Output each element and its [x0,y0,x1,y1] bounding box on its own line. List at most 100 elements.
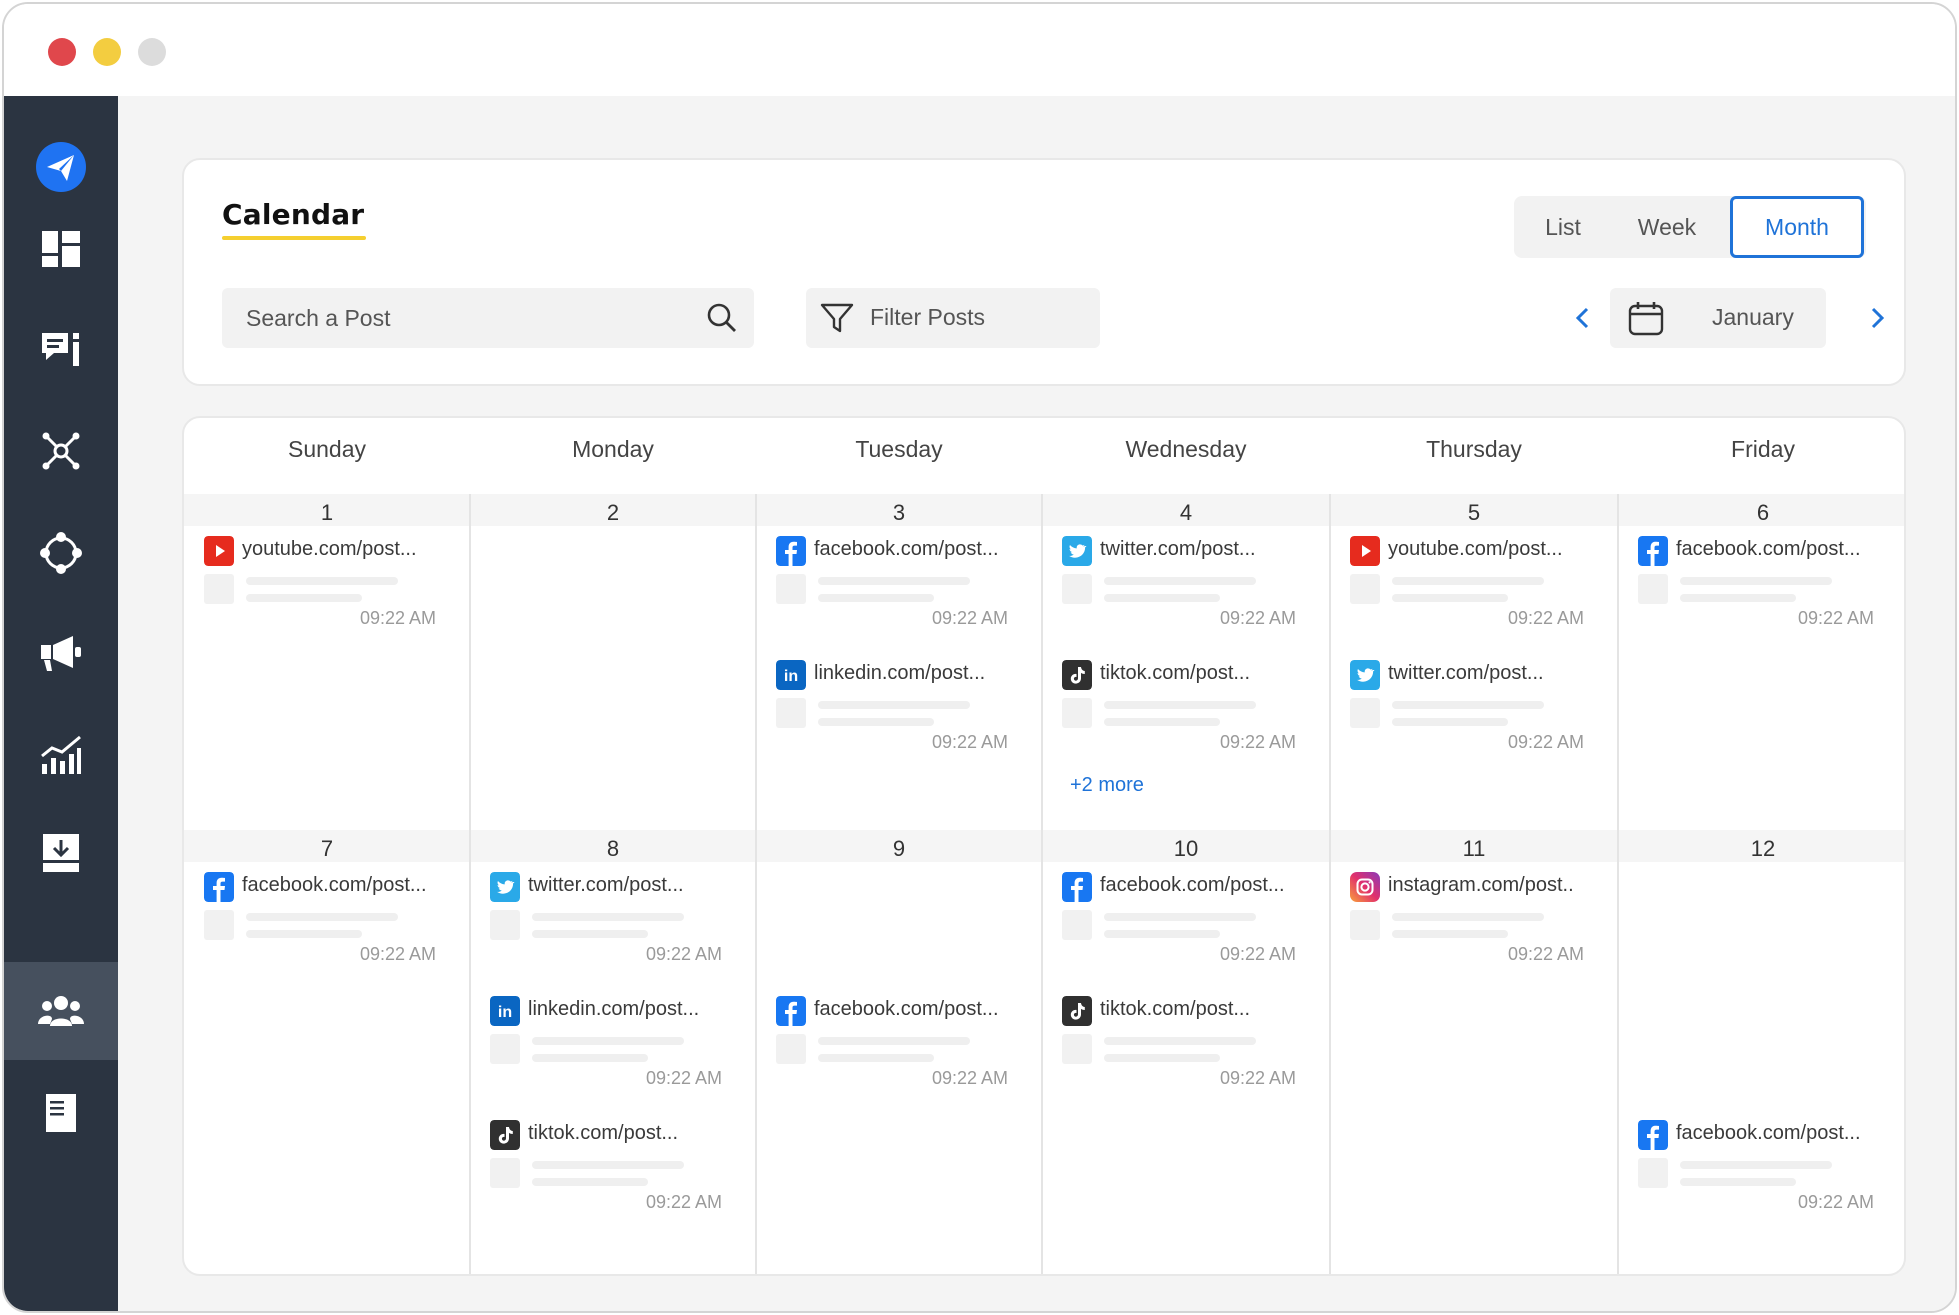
post-card-facebook[interactable]: facebook.com/post... 09:22 AM [776,536,1036,646]
post-text-placeholder [532,1054,648,1062]
post-card-facebook[interactable]: facebook.com/post... 09:22 AM [776,996,1036,1106]
chevron-right-icon [1871,307,1885,329]
day-header-monday: Monday [572,436,654,462]
view-month-button[interactable]: Month [1730,196,1864,258]
sidebar-item-analytics[interactable] [4,706,118,804]
minimize-window-button[interactable] [93,38,121,66]
analytics-icon [41,735,81,774]
sidebar [4,96,118,1311]
sidebar-item-integrations[interactable] [4,504,118,602]
filter-posts-button[interactable]: Filter Posts [806,288,1100,348]
post-url: facebook.com/post... [814,998,999,1020]
filter-icon [820,303,854,333]
post-time: 09:22 AM [1219,944,1296,964]
post-card-facebook[interactable]: facebook.com/post... 09:22 AM [204,872,464,982]
search-icon[interactable] [706,302,738,334]
post-thumbnail-placeholder [1638,1158,1668,1188]
post-card-twitter[interactable]: twitter.com/post... 09:22 AM [1062,536,1324,646]
post-time: 09:22 AM [931,1068,1008,1088]
month-picker[interactable]: January [1610,288,1826,348]
search-input[interactable] [222,288,682,348]
close-window-button[interactable] [48,38,76,66]
post-text-placeholder [818,577,970,585]
date-number[interactable]: 10 [1156,836,1216,862]
more-posts-link[interactable]: +2 more [1070,774,1144,797]
send-logo-icon [36,142,86,192]
sidebar-item-inbox[interactable] [4,804,118,902]
date-number[interactable]: 7 [297,836,357,862]
instagram-icon [1350,872,1380,902]
view-week-button[interactable]: Week [1612,196,1722,258]
post-time: 09:22 AM [1507,732,1584,752]
maximize-window-button[interactable] [138,38,166,66]
post-card-tiktok[interactable]: tiktok.com/post... 09:22 AM [490,1120,750,1230]
date-number[interactable]: 11 [1444,836,1504,862]
document-icon [46,1094,76,1132]
sidebar-item-dashboard[interactable] [4,200,118,298]
post-url: youtube.com/post... [1388,538,1563,560]
post-card-instagram[interactable]: instagram.com/post.. 09:22 AM [1350,872,1612,982]
post-card-facebook[interactable]: facebook.com/post... 09:22 AM [1062,872,1324,982]
calendar-grid: Sunday Monday Tuesday Wednesday Thursday Frid… [182,416,1906,1276]
post-thumbnail-placeholder [204,574,234,604]
post-time: 09:22 AM [1797,1192,1874,1212]
date-number[interactable]: 9 [869,836,929,862]
post-time: 09:22 AM [359,944,436,964]
tiktok-icon [1062,996,1092,1026]
day-header-sunday: Sunday [287,436,366,462]
dashboard-icon [42,231,80,267]
post-text-placeholder [818,701,970,709]
post-card-twitter[interactable]: twitter.com/post... 09:22 AM [1350,660,1612,770]
date-number[interactable]: 2 [583,500,643,526]
post-url: facebook.com/post... [814,538,999,560]
date-number[interactable]: 4 [1156,500,1216,526]
date-number[interactable]: 12 [1733,836,1793,862]
post-url: twitter.com/post... [1100,538,1256,560]
post-text-placeholder [818,594,934,602]
post-thumbnail-placeholder [1062,1034,1092,1064]
facebook-icon [776,996,806,1026]
sidebar-item-campaigns[interactable] [4,604,118,702]
date-number[interactable]: 3 [869,500,929,526]
sidebar-item-documents[interactable] [4,1064,118,1162]
svg-text:in: in [784,668,798,685]
date-number[interactable]: 6 [1733,500,1793,526]
date-number[interactable]: 5 [1444,500,1504,526]
post-time: 09:22 AM [1219,1068,1296,1088]
sidebar-item-network[interactable] [4,402,118,500]
post-card-linkedin[interactable]: in linkedin.com/post... 09:22 AM [490,996,750,1106]
date-number[interactable]: 8 [583,836,643,862]
main-content: Calendar List Week Month Filter Posts [118,96,1955,1311]
view-list-button[interactable]: List [1514,196,1612,258]
column-divider [755,494,757,1274]
post-time: 09:22 AM [1507,608,1584,628]
post-text-placeholder [1104,594,1220,602]
post-url: linkedin.com/post... [528,998,700,1020]
week-date-band [184,830,1904,862]
post-card-linkedin[interactable]: in linkedin.com/post... 09:22 AM [776,660,1036,770]
previous-month-button[interactable] [1564,300,1600,336]
column-divider [469,494,471,1274]
post-text-placeholder [1104,1054,1220,1062]
next-month-button[interactable] [1860,300,1896,336]
messages-icon [42,333,79,366]
integrations-icon [40,532,82,574]
post-card-twitter[interactable]: twitter.com/post... 09:22 AM [490,872,750,982]
post-card-tiktok[interactable]: tiktok.com/post... 09:22 AM [1062,660,1324,770]
filter-posts-label: Filter Posts [870,304,986,330]
post-card-facebook[interactable]: facebook.com/post... 09:22 AM [1638,1120,1902,1230]
post-text-placeholder [532,1037,684,1045]
post-card-tiktok[interactable]: tiktok.com/post... 09:22 AM [1062,996,1324,1106]
date-number[interactable]: 1 [297,500,357,526]
post-card-youtube[interactable]: youtube.com/post... 09:22 AM [204,536,464,646]
post-url: facebook.com/post... [1100,874,1285,896]
view-toggle: List Week Month [1514,196,1866,258]
post-thumbnail-placeholder [776,698,806,728]
post-thumbnail-placeholder [1638,574,1668,604]
sidebar-item-messages[interactable] [4,300,118,398]
post-card-youtube[interactable]: youtube.com/post... 09:22 AM [1350,536,1612,646]
sidebar-item-team[interactable] [4,962,118,1060]
post-card-facebook[interactable]: facebook.com/post... 09:22 AM [1638,536,1902,646]
post-time: 09:22 AM [645,1192,722,1212]
post-url: tiktok.com/post... [528,1122,679,1144]
